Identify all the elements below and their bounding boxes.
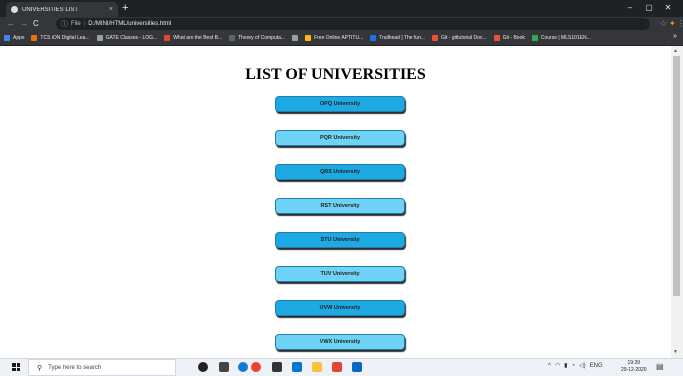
extension-icon[interactable]: ✦: [669, 18, 676, 30]
battery-icon[interactable]: ▮: [564, 362, 567, 369]
scroll-down-icon[interactable]: ▼: [673, 349, 678, 355]
chrome-menu-icon[interactable]: ⋮: [677, 18, 683, 30]
system-tray: ^ ◠ ▮ ◔ ◁) ENG: [548, 362, 603, 370]
app-red-icon[interactable]: [332, 362, 342, 372]
bookmark-item[interactable]: [292, 35, 299, 41]
bookmark-favicon-icon: [292, 35, 299, 41]
cortana-icon[interactable]: [198, 362, 208, 372]
wifi-icon[interactable]: ◔: [571, 363, 575, 369]
file-explorer-icon[interactable]: [312, 362, 322, 372]
bookmark-label: Git - Book: [502, 35, 525, 41]
volume-icon[interactable]: ◁): [579, 362, 586, 369]
taskbar-search-box[interactable]: ⚲ Type here to search: [28, 359, 176, 376]
clock-date: 29-12-2020: [621, 367, 647, 373]
chrome-icon[interactable]: [251, 362, 261, 372]
bookmark-favicon-icon: [4, 35, 10, 41]
address-bar[interactable]: ⓘ File | D:/MINI/HTML/universities.html: [56, 18, 650, 30]
bookmark-label: Course | MLS101EN...: [540, 35, 591, 41]
scroll-up-icon[interactable]: ▲: [673, 48, 678, 54]
tab-title: UNIVERSITIES LIST: [22, 6, 79, 13]
bookmark-favicon-icon: [96, 35, 103, 41]
address-scheme: File: [71, 21, 81, 27]
bookmark-favicon-icon: [305, 35, 312, 41]
university-button[interactable]: STU University: [275, 232, 405, 248]
address-url: D:/MINI/HTML/universities.html: [88, 21, 172, 27]
scrollbar-thumb[interactable]: [673, 56, 680, 296]
close-window-button[interactable]: ✕: [662, 3, 674, 13]
store-icon[interactable]: [272, 362, 282, 372]
bookmark-item[interactable]: What are the Best B...: [164, 35, 222, 41]
bookmark-label: Trailhead | The fun...: [379, 35, 426, 41]
bookmark-item[interactable]: Course | MLS101EN...: [531, 35, 591, 41]
bookmark-label: Free Online APTITU...: [314, 35, 364, 41]
bookmark-favicon-icon: [31, 35, 38, 41]
bookmark-item[interactable]: Theory of Computa...: [229, 35, 285, 41]
language-indicator[interactable]: ENG: [590, 363, 603, 369]
bookmark-label: What are the Best B...: [173, 35, 223, 41]
university-button[interactable]: VWX University: [275, 334, 405, 350]
search-icon: ⚲: [37, 364, 43, 372]
app-blue-icon[interactable]: [352, 362, 362, 372]
university-button[interactable]: RST University: [275, 198, 405, 214]
bookmark-label: Theory of Computa...: [238, 35, 286, 41]
maximize-button[interactable]: ▢: [643, 3, 655, 13]
windows-start-icon[interactable]: [12, 363, 20, 371]
taskbar-clock[interactable]: 19:39 29-12-2020: [621, 360, 647, 374]
page-content: LIST OF UNIVERSITIES OPQ University PQR U…: [0, 46, 671, 358]
forward-button[interactable]: →: [20, 18, 28, 30]
bookmark-label: TCS iON Digital Lea...: [40, 35, 90, 41]
bookmark-star-icon[interactable]: ☆: [660, 18, 667, 30]
bookmark-item[interactable]: TCS iON Digital Lea...: [31, 35, 90, 41]
bookmark-item[interactable]: GATE Classes - LOG...: [96, 35, 158, 41]
bookmark-favicon-icon: [432, 35, 439, 41]
bookmark-item[interactable]: Git - gittutorial Doc...: [432, 35, 487, 41]
task-view-icon[interactable]: [219, 362, 229, 372]
bookmark-favicon-icon: [229, 35, 236, 41]
search-placeholder: Type here to search: [48, 364, 102, 371]
bookmark-label: GATE Classes - LOG...: [105, 35, 158, 41]
bookmarks-bar: Apps TCS iON Digital Lea... GATE Classes -…: [0, 31, 683, 46]
university-button[interactable]: PQR University: [275, 130, 405, 146]
bookmarks-overflow-button[interactable]: »: [673, 33, 677, 40]
bookmark-favicon-icon: [493, 35, 500, 41]
bookmark-item[interactable]: Git - Book: [493, 35, 525, 41]
network-icon[interactable]: ◠: [555, 362, 560, 369]
back-button[interactable]: ←: [7, 18, 15, 30]
info-icon[interactable]: ⓘ: [61, 19, 68, 29]
bookmark-label: Apps: [13, 35, 25, 41]
university-button[interactable]: UVW University: [275, 300, 405, 316]
bookmark-favicon-icon: [164, 35, 171, 41]
bookmark-label: Git - gittutorial Doc...: [441, 35, 487, 41]
bookmark-item[interactable]: Trailhead | The fun...: [370, 35, 425, 41]
tab-close-icon[interactable]: ×: [109, 6, 113, 13]
page-title: LIST OF UNIVERSITIES: [245, 66, 426, 83]
edge-icon[interactable]: [238, 362, 248, 372]
university-button[interactable]: TUV University: [275, 266, 405, 282]
bookmark-favicon-icon: [370, 35, 377, 41]
university-button[interactable]: QRS University: [275, 164, 405, 180]
new-tab-button[interactable]: +: [122, 2, 128, 14]
notifications-icon[interactable]: ▤: [656, 362, 664, 371]
bookmark-item[interactable]: Apps: [4, 35, 24, 41]
address-separator: |: [83, 21, 86, 27]
university-button[interactable]: OPQ University: [275, 96, 405, 112]
reload-button[interactable]: C: [33, 18, 39, 30]
tab-favicon-icon: [11, 6, 18, 13]
browser-tab[interactable]: UNIVERSITIES LIST ×: [6, 2, 118, 17]
tray-chevron-icon[interactable]: ^: [548, 363, 551, 369]
bookmark-item[interactable]: Free Online APTITU...: [305, 35, 363, 41]
clock-time: 19:39: [627, 360, 641, 366]
bookmark-favicon-icon: [531, 35, 538, 41]
mail-icon[interactable]: [292, 362, 302, 372]
minimize-button[interactable]: –: [624, 3, 636, 13]
